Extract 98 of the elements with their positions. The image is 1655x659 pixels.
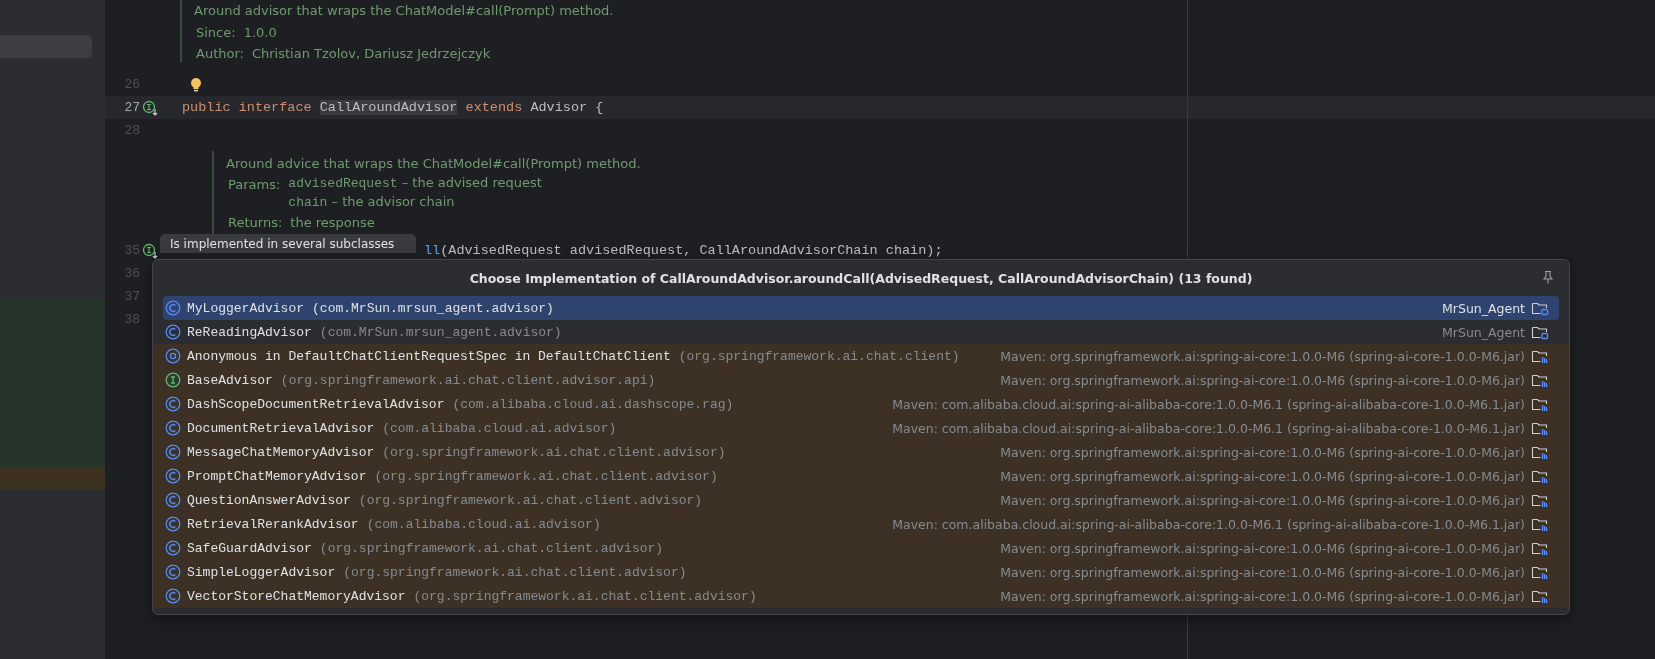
class-name: DocumentRetrievalAdvisor [187, 420, 375, 436]
module-folder-icon [1531, 324, 1549, 340]
tooltip: Is implemented in several subclasses [160, 234, 416, 253]
location-label: Maven: com.alibaba.cloud.ai:spring-ai-alibaba-core:1.0.0-M6.1 (spring-ai-alibaba-core-1.0.0-M6.1.jar) [891, 420, 1525, 436]
implementation-item[interactable]: SafeGuardAdvisor (org.springframework.ai.chat.client.advisor) Maven: org.springframework.ai:spring-ai-core:1.0.0-M6 (spring-ai-core-1.0.0-M6.jar) [153, 536, 1569, 560]
doc-param: chain – the advisor chain [288, 193, 456, 212]
package-name: (com.alibaba.cloud.ai.dashscope.rag) [452, 396, 734, 412]
class-icon [165, 396, 181, 412]
location-label: Maven: org.springframework.ai:spring-ai-core:1.0.0-M6 (spring-ai-core-1.0.0-M6.jar) [999, 372, 1525, 388]
package-name: (org.springframework.ai.chat.client.advisor) [382, 444, 726, 460]
lightbulb-icon[interactable] [190, 76, 202, 93]
code-line: ll(AdvisedRequest advisedRequest, CallAroundAdvisorChain chain); [424, 243, 943, 258]
implementation-item[interactable]: SimpleLoggerAdvisor (org.springframework.ai.chat.client.advisor) Maven: org.springframework.ai:spring-ai-core:1.0.0-M6 (spring-ai-core-1.0.0-M6.jar) [153, 560, 1569, 584]
package-name: (com.alibaba.cloud.ai.advisor) [382, 420, 617, 436]
class-icon [165, 324, 181, 340]
implementation-item[interactable]: DocumentRetrievalAdvisor (com.alibaba.cloud.ai.advisor) Maven: com.alibaba.cloud.ai:spring-ai-alibaba-core:1.0.0-M6.1 (spring-ai-alibaba-core-1.0.0-M6.1.jar) [153, 416, 1569, 440]
location-label: MrSun_Agent [1441, 300, 1525, 316]
package-name: (com.MrSun.mrsun_agent.advisor) [319, 324, 562, 340]
class-icon [165, 588, 181, 604]
location-label: Maven: org.springframework.ai:spring-ai-core:1.0.0-M6 (spring-ai-core-1.0.0-M6.jar) [999, 468, 1525, 484]
implementation-item[interactable]: QuestionAnswerAdvisor (org.springframework.ai.chat.client.advisor) Maven: org.springframework.ai:spring-ai-core:1.0.0-M6 (spring-ai-core-1.0.0-M6.jar) [153, 488, 1569, 512]
location-label: Maven: com.alibaba.cloud.ai:spring-ai-alibaba-core:1.0.0-M6.1 (spring-ai-alibaba-core-1.0.0-M6.1.jar) [891, 516, 1525, 532]
class-icon [165, 420, 181, 436]
doc-text: Christian Tzolov, Dariusz Jedrzejczyk [251, 45, 491, 63]
code-line: public interface CallAroundAdvisor extends Advisor { [182, 100, 604, 115]
class-name: MyLoggerAdvisor [187, 300, 305, 316]
implementation-item[interactable]: RetrievalRerankAdvisor (com.alibaba.cloud.ai.advisor) Maven: com.alibaba.cloud.ai:spring-ai-alibaba-core:1.0.0-M6.1 (spring-ai-alibaba-core-1.0.0-M6.1.jar) [153, 512, 1569, 536]
doc-param: advisedRequest – the advised request [288, 174, 542, 193]
class-icon [165, 444, 181, 460]
class-name: VectorStoreChatMemoryAdvisor [187, 588, 406, 604]
location-label: Maven: org.springframework.ai:spring-ai-core:1.0.0-M6 (spring-ai-core-1.0.0-M6.jar) [999, 444, 1525, 460]
class-name: BaseAdvisor [187, 372, 273, 388]
implementation-item[interactable]: PromptChatMemoryAdvisor (org.springframework.ai.chat.client.advisor) Maven: org.springframework.ai:spring-ai-core:1.0.0-M6 (spring-ai-core-1.0.0-M6.jar) [153, 464, 1569, 488]
interface-icon [165, 372, 181, 388]
package-name: (org.springframework.ai.chat.client.advisor) [343, 564, 687, 580]
class-name: RetrievalRerankAdvisor [187, 516, 359, 532]
class-icon [165, 564, 181, 580]
implementation-item[interactable]: VectorStoreChatMemoryAdvisor (org.springframework.ai.chat.client.advisor) Maven: org.springframework.ai:spring-ai-core:1.0.0-M6 (spring-ai-core-1.0.0-M6.jar) [153, 584, 1569, 608]
library-folder-icon [1531, 492, 1549, 508]
library-folder-icon [1531, 372, 1549, 388]
library-folder-icon [1531, 348, 1549, 364]
implementation-item[interactable]: ReReadingAdvisor (com.MrSun.mrsun_agent.advisor) MrSun_Agent [155, 320, 1567, 344]
doc-label: Author: [196, 45, 244, 63]
class-name: SimpleLoggerAdvisor [187, 564, 336, 580]
class-name: QuestionAnswerAdvisor [187, 492, 351, 508]
class-icon [165, 300, 181, 316]
location-label: Maven: com.alibaba.cloud.ai:spring-ai-alibaba-core:1.0.0-M6.1 (spring-ai-alibaba-core-1.0.0-M6.1.jar) [891, 396, 1525, 412]
class-icon [165, 492, 181, 508]
implementation-item[interactable]: MessageChatMemoryAdvisor (org.springframework.ai.chat.client.advisor) Maven: org.springframework.ai:spring-ai-core:1.0.0-M6 (spring-ai-core-1.0.0-M6.jar) [153, 440, 1569, 464]
package-name: (com.MrSun.mrsun_agent.advisor) [312, 300, 554, 316]
doc-text: Around advice that wraps the ChatModel#call(Prompt) method. [226, 155, 641, 173]
implementation-item[interactable]: Anonymous in DefaultChatClientRequestSpec in DefaultChatClient (org.springframework.ai.chat.client) Maven: org.springframework.ai:spring-ai-core:1.0.0-M6 (spring-ai-core-1.0.0-M6.jar) [153, 344, 1569, 368]
library-folder-icon [1531, 420, 1549, 436]
implementation-item[interactable]: BaseAdvisor (org.springframework.ai.chat.client.advisor.api) Maven: org.springframework.ai:spring-ai-core:1.0.0-M6 (spring-ai-core-1.0.0-M6.jar) [153, 368, 1569, 392]
class-icon [165, 540, 181, 556]
class-name: DashScopeDocumentRetrievalAdvisor [187, 396, 445, 412]
class-icon [165, 468, 181, 484]
doc-text: 1.0.0 [243, 23, 277, 42]
implemented-icon[interactable] [142, 99, 158, 116]
location-label: Maven: org.springframework.ai:spring-ai-core:1.0.0-M6 (spring-ai-core-1.0.0-M6.jar) [999, 348, 1525, 364]
doc-text: the response [290, 214, 375, 232]
line-number: 27 [123, 100, 140, 115]
library-folder-icon [1531, 540, 1549, 556]
class-name: ReReadingAdvisor [187, 324, 312, 340]
class-icon [165, 516, 181, 532]
implementation-item[interactable]: MyLoggerAdvisor (com.MrSun.mrsun_agent.advisor) MrSun_Agent [163, 296, 1559, 320]
library-folder-icon [1531, 444, 1549, 460]
package-name: (org.springframework.ai.chat.client.advisor) [358, 492, 703, 508]
popup-title: Choose Implementation of CallAroundAdvisor.aroundCall(AdvisedRequest, CallAroundAdvisorChain) (13 found) [469, 270, 1253, 286]
library-folder-icon [1531, 516, 1549, 532]
doc-label: Params: [228, 176, 281, 194]
library-folder-icon [1531, 588, 1549, 604]
class-name: SafeGuardAdvisor [187, 540, 312, 556]
class-name: MessageChatMemoryAdvisor [187, 444, 375, 460]
location-label: Maven: org.springframework.ai:spring-ai-core:1.0.0-M6 (spring-ai-core-1.0.0-M6.jar) [999, 564, 1525, 580]
package-name: (com.alibaba.cloud.ai.advisor) [366, 516, 601, 532]
module-folder-icon [1531, 300, 1549, 316]
library-folder-icon [1531, 564, 1549, 580]
location-label: MrSun_Agent [1441, 324, 1525, 340]
location-label: Maven: org.springframework.ai:spring-ai-core:1.0.0-M6 (spring-ai-core-1.0.0-M6.jar) [999, 588, 1525, 604]
pin-icon[interactable] [1541, 270, 1555, 284]
library-folder-icon [1531, 468, 1549, 484]
location-label: Maven: org.springframework.ai:spring-ai-core:1.0.0-M6 (spring-ai-core-1.0.0-M6.jar) [999, 492, 1525, 508]
class-name: PromptChatMemoryAdvisor [187, 468, 367, 484]
implementation-item[interactable]: DashScopeDocumentRetrievalAdvisor (com.alibaba.cloud.ai.dashscope.rag) Maven: com.alibaba.cloud.ai:spring-ai-alibaba-core:1.0.0-M6.1 (spring-ai-alibaba-core-1.0.0-M6.1.jar) [153, 392, 1569, 416]
location-label: Maven: org.springframework.ai:spring-ai-core:1.0.0-M6 (spring-ai-core-1.0.0-M6.jar) [999, 540, 1525, 556]
anonymous-class-icon [165, 348, 181, 364]
package-name: (org.springframework.ai.chat.client.advisor) [319, 540, 664, 556]
doc-label: Returns: [228, 214, 283, 232]
package-name: (org.springframework.ai.chat.client) [678, 348, 960, 364]
library-folder-icon [1531, 396, 1549, 412]
doc-label: Since: [196, 23, 236, 42]
class-name: Anonymous in DefaultChatClientRequestSpec in DefaultChatClient [187, 348, 671, 364]
package-name: (org.springframework.ai.chat.client.advisor.api) [280, 372, 656, 388]
doc-text: Around advisor that wraps the ChatModel#call(Prompt) method. [194, 2, 614, 20]
package-name: (org.springframework.ai.chat.client.advisor) [413, 588, 757, 604]
implemented-icon[interactable] [142, 242, 158, 259]
package-name: (org.springframework.ai.chat.client.advisor) [374, 468, 718, 484]
